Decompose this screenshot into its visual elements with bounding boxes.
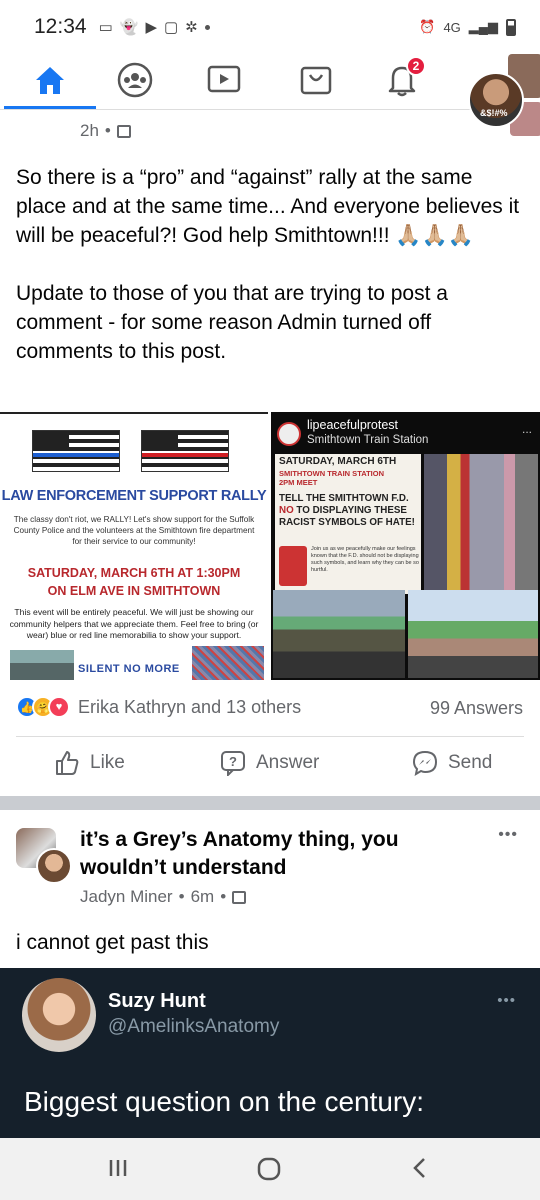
recent-apps-button[interactable] <box>106 1156 130 1185</box>
groups-tab[interactable] <box>113 58 157 102</box>
youtube-icon: ▶ <box>145 19 157 36</box>
flyer-date: SATURDAY, MARCH 6TH AT 1:30PM ON ELM AVE… <box>27 566 241 598</box>
privacy-icon <box>232 890 247 904</box>
system-nav-bar <box>0 1138 540 1200</box>
instagram-screenshot-image[interactable]: lipeacefulprotest Smithtown Train Statio… <box>271 412 540 680</box>
thin-blue-line-flag <box>32 430 120 472</box>
flyer-crowd-photo <box>192 646 264 680</box>
top-nav: 2 &$!#% <box>0 54 540 136</box>
group-avatar[interactable] <box>16 828 72 884</box>
like-icon <box>56 751 79 775</box>
send-button[interactable]: Send <box>412 750 492 776</box>
battery-icon <box>506 18 516 36</box>
message-icon: ▭ <box>98 19 113 36</box>
status-notification-icons: ▭ 👻 ▶ ▢ ✲ <box>99 18 210 36</box>
recent-apps-icon <box>109 1160 127 1176</box>
messenger-icon <box>412 750 438 776</box>
post-meta: 2h • <box>80 121 131 141</box>
flyer-footer: SILENT NO MORE <box>78 663 180 675</box>
post-text: So there is a “pro” and “against” rally … <box>16 166 520 363</box>
post-text: i cannot get past this <box>16 931 209 954</box>
back-button[interactable] <box>408 1156 432 1185</box>
tweet-handle: @AmelinksAnatomy <box>108 1016 280 1037</box>
status-bar: 12:34 ▭ 👻 ▶ ▢ ✲ ⏰ 4G ▂▄▆ <box>0 0 540 54</box>
settings-icon: ✲ <box>185 19 198 36</box>
ig-location: Smithtown Train Station <box>307 434 429 446</box>
post-time: 2h <box>80 121 99 140</box>
flyer-body-2: This event will be entirely peaceful. We… <box>9 607 259 640</box>
protest-flyer: SATURDAY, MARCH 6TH SMITHTOWN TRAIN STAT… <box>275 454 421 594</box>
home-tab[interactable] <box>28 58 72 102</box>
reaction-names: Erika Kathryn and 13 others <box>78 696 302 717</box>
answer-icon: ? <box>221 751 245 776</box>
network-label: 4G <box>443 19 461 35</box>
protest-photo <box>408 590 538 678</box>
signal-icon: ▂▄▆ <box>468 19 498 34</box>
like-button[interactable]: Like <box>54 750 125 776</box>
alarm-icon: ⏰ <box>419 19 436 34</box>
divider <box>16 736 524 737</box>
snapchat-icon: 👻 <box>119 19 139 36</box>
avatar-text: &$!#% <box>480 108 508 118</box>
avatar <box>36 848 72 884</box>
svg-text:?: ? <box>229 754 237 769</box>
rally-flyer-image[interactable]: LAW ENFORCEMENT SUPPORT RALLY The classy… <box>0 412 268 680</box>
watch-icon <box>207 65 241 93</box>
more-dot-icon <box>204 24 210 30</box>
answer-button[interactable]: ? Answer <box>220 750 319 776</box>
privacy-icon <box>116 124 131 138</box>
status-time: 12:34 <box>34 15 87 38</box>
ig-more-icon: ... <box>521 422 532 436</box>
author-name[interactable]: Jadyn Miner <box>80 887 173 907</box>
tweet-screenshot-image[interactable]: Suzy Hunt @AmelinksAnatomy ••• Biggest q… <box>0 968 540 1138</box>
ig-account: lipeacefulprotest <box>307 418 399 432</box>
home-circle-icon <box>257 1157 281 1181</box>
flyer-emblem <box>279 546 307 586</box>
notification-badge: 2 <box>406 56 426 76</box>
thin-red-line-flag <box>141 430 229 472</box>
tweet-avatar <box>22 978 96 1052</box>
post-meta: Jadyn Miner • 6m • <box>80 887 247 907</box>
group-name[interactable]: it’s a Grey’s Anatomy thing, you wouldn’… <box>80 826 440 882</box>
watch-tab[interactable] <box>202 58 246 102</box>
nav-divider <box>0 109 540 110</box>
tweet-more-icon: ••• <box>497 992 516 1009</box>
love-reaction-icon: ♥ <box>48 696 70 718</box>
profile-avatar[interactable]: &$!#% <box>462 54 540 136</box>
notifications-tab[interactable]: 2 <box>380 56 426 102</box>
groups-icon <box>117 62 153 98</box>
marketplace-tab[interactable] <box>294 58 338 102</box>
post-time: 6m <box>190 887 215 906</box>
post-options-icon[interactable]: ••• <box>498 826 518 844</box>
protest-photo <box>273 590 405 678</box>
app-icon: ▢ <box>163 19 179 36</box>
flyer-photo <box>10 650 74 680</box>
feed-separator <box>0 796 540 810</box>
reactions-summary[interactable]: 👍 🤗 ♥ Erika Kathryn and 13 others <box>16 696 301 718</box>
answers-count[interactable]: 99 Answers <box>430 698 523 719</box>
post-actions: Like ? Answer Send <box>0 750 540 784</box>
flyer-body: The classy don't riot, we RALLY! Let's s… <box>13 515 255 546</box>
tweet-text: Biggest question on the century: <box>24 1086 425 1117</box>
ig-avatar <box>277 422 301 446</box>
avatar: &$!#% <box>468 72 524 128</box>
home-button[interactable] <box>256 1156 282 1187</box>
marketplace-icon <box>300 66 332 95</box>
home-icon <box>36 67 64 94</box>
tweet-name: Suzy Hunt <box>108 990 206 1012</box>
status-right: ⏰ 4G ▂▄▆ <box>419 18 516 36</box>
fire-truck-photo <box>424 454 538 594</box>
back-icon <box>413 1158 425 1178</box>
flyer-title: LAW ENFORCEMENT SUPPORT RALLY <box>1 488 267 504</box>
